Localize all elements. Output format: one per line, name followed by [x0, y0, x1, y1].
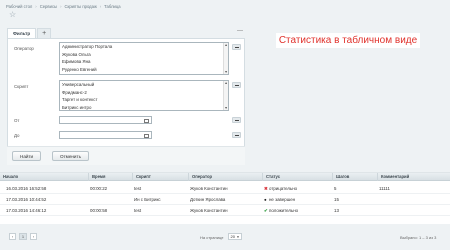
- table-row[interactable]: 16.03.2016 16:52:58 00:00:22 test Жуков …: [0, 183, 450, 194]
- scroll-up-icon[interactable]: ▲: [224, 81, 228, 85]
- cell-steps: 13: [334, 208, 339, 213]
- breadcrumb-item-scripts[interactable]: Скрипты продаж: [64, 4, 96, 9]
- calendar-icon[interactable]: [144, 118, 149, 123]
- cell-operator: Доткин Ярослава: [190, 197, 226, 202]
- cell-start: 16.03.2016 16:52:58: [6, 186, 47, 191]
- cell-time: 00:00:58: [90, 208, 108, 213]
- breadcrumb-separator: ›: [60, 3, 62, 9]
- table-row[interactable]: 17.03.2016 10:44:52 Ин с Битрикс Доткин …: [0, 194, 450, 205]
- statistics-table: Начало Время Скрипт Оператор Статус Шаго…: [0, 172, 450, 224]
- cell-operator: Жуков Константин: [190, 186, 228, 191]
- breadcrumb-separator: ›: [99, 3, 102, 9]
- script-option[interactable]: Универсальный: [60, 81, 228, 89]
- per-page-value: 20: [230, 234, 235, 239]
- status-text: положительно: [269, 208, 299, 213]
- cell-time: 00:00:22: [90, 186, 108, 191]
- table-row[interactable]: 17.03.2016 14:46:12 00:00:58 test Жуков …: [0, 205, 450, 216]
- operator-option[interactable]: Ефимова Яна: [60, 58, 228, 66]
- remove-from-field-button[interactable]: [232, 117, 241, 123]
- cell-status: ✖отрицательно: [264, 183, 297, 194]
- cell-start: 17.03.2016 14:46:12: [6, 208, 47, 213]
- breadcrumb: Рабочий стол › Сервисы › Скрипты продаж …: [6, 3, 121, 9]
- pagination-bar: ‹ 1 › На странице 20 ▼ Выбрано: 1 – 3 из …: [0, 229, 450, 243]
- minus-icon: [234, 46, 239, 48]
- column-header-status[interactable]: Статус: [262, 173, 332, 181]
- prev-page-button[interactable]: ‹: [9, 233, 16, 240]
- to-date-input[interactable]: [59, 131, 152, 139]
- cell-status: ● не завершен: [264, 194, 295, 205]
- collapse-filter-button[interactable]: —: [236, 28, 244, 34]
- cell-status: ✔положительно: [264, 205, 298, 216]
- filter-tabs: Фильтр +: [7, 28, 52, 38]
- next-page-button[interactable]: ›: [30, 233, 37, 240]
- script-option[interactable]: Таргет и контекст: [60, 96, 228, 104]
- operator-option[interactable]: Руденко Евгений: [60, 66, 228, 74]
- from-label: От: [14, 118, 20, 123]
- tab-filter[interactable]: Фильтр: [7, 28, 37, 38]
- operator-listbox[interactable]: Администратор Портала Жукова Ольга Ефимо…: [59, 42, 229, 75]
- breadcrumb-item-desktop[interactable]: Рабочий стол: [6, 4, 32, 9]
- page-title: Статистика в табличном виде: [276, 33, 420, 48]
- minus-icon: [234, 119, 239, 121]
- add-tab-button[interactable]: +: [37, 28, 52, 38]
- script-listbox[interactable]: Универсальный Фридманс-2 Таргет и контек…: [59, 80, 229, 111]
- scroll-down-icon[interactable]: ▼: [224, 106, 228, 110]
- script-scrollbar[interactable]: ▲ ▼: [223, 81, 228, 110]
- script-label: Скрипт: [14, 84, 29, 89]
- remove-operator-field-button[interactable]: [232, 44, 241, 50]
- minus-icon: [234, 84, 239, 86]
- scroll-up-icon[interactable]: ▲: [224, 43, 228, 47]
- calendar-icon[interactable]: [144, 133, 149, 138]
- operator-option[interactable]: Администратор Портала: [60, 43, 228, 51]
- remove-script-field-button[interactable]: [232, 82, 241, 88]
- column-header-steps[interactable]: Шагов: [332, 173, 377, 181]
- selection-count: Выбрано: 1 – 3 из 3: [400, 235, 437, 240]
- cell-operator: Жуков Константин: [190, 208, 228, 213]
- operator-scrollbar[interactable]: ▲ ▼: [223, 43, 228, 74]
- breadcrumb-separator: ›: [35, 3, 37, 9]
- column-header-script[interactable]: Скрипт: [132, 173, 188, 181]
- table-header: Начало Время Скрипт Оператор Статус Шаго…: [0, 173, 450, 181]
- cell-steps: 5: [334, 186, 337, 191]
- chevron-down-icon: ▼: [236, 235, 240, 239]
- column-header-start[interactable]: Начало: [0, 173, 90, 181]
- from-date-input[interactable]: [59, 116, 152, 124]
- cell-script: test: [134, 208, 142, 213]
- remove-to-field-button[interactable]: [232, 132, 241, 138]
- breadcrumb-item-services[interactable]: Сервисы: [40, 4, 57, 9]
- cell-script: test: [134, 186, 142, 191]
- operator-option[interactable]: Жукова Ольга: [60, 51, 228, 59]
- cell-script: Ин с Битрикс: [134, 197, 161, 202]
- favorite-star-icon[interactable]: ☆: [9, 11, 16, 19]
- cell-start: 17.03.2016 10:44:52: [6, 197, 47, 202]
- minus-icon: [234, 134, 239, 136]
- page-1-button[interactable]: 1: [19, 233, 27, 240]
- operator-label: Оператор: [14, 46, 34, 51]
- filter-button-bar: Найти Отменить: [7, 146, 245, 165]
- column-header-operator[interactable]: Оператор: [188, 173, 262, 181]
- find-button[interactable]: Найти: [12, 151, 42, 161]
- column-header-time[interactable]: Время: [88, 173, 132, 181]
- status-text: отрицательно: [269, 186, 298, 191]
- script-option[interactable]: Фридманс-2: [60, 89, 228, 97]
- script-option[interactable]: Битрикс интро: [60, 104, 228, 111]
- cell-steps: 15: [334, 197, 339, 202]
- column-header-comment[interactable]: Комментарий: [377, 173, 450, 181]
- to-label: До: [14, 133, 20, 138]
- cancel-button[interactable]: Отменить: [52, 151, 89, 161]
- scroll-down-icon[interactable]: ▼: [224, 70, 228, 74]
- breadcrumb-item-table: Таблица: [104, 3, 121, 9]
- status-text: не завершен: [269, 197, 296, 202]
- cell-comment: 11111: [379, 186, 390, 191]
- per-page-select[interactable]: 20 ▼: [228, 233, 242, 240]
- per-page-label: На странице: [200, 235, 224, 240]
